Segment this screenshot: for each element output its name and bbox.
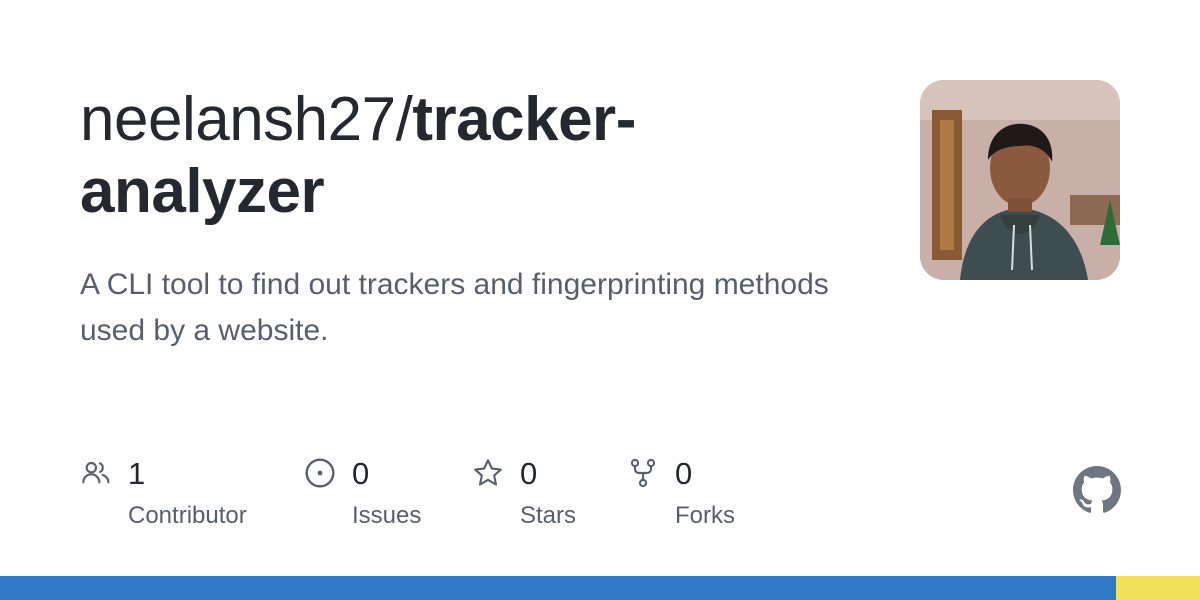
contributors-label: Contributor [128,502,247,529]
repo-description: A CLI tool to find out trackers and fing… [80,268,829,347]
contributors-count: 1 [128,456,146,491]
repo-title: neelansh27/tracker-analyzer [80,84,860,228]
avatar [920,80,1120,280]
star-icon [474,459,502,486]
issues-label: Issues [352,502,422,529]
stars-count: 0 [520,456,538,491]
repo-owner: neelansh27/ [80,85,413,154]
forks-count: 0 [675,456,693,491]
issue-opened-icon [305,458,335,488]
github-mark-icon[interactable] [1073,466,1121,514]
language-segment-typescript [0,576,1116,600]
language-bar [0,576,1200,600]
forks-label: Forks [675,502,735,529]
people-icon [82,461,110,484]
issues-count: 0 [352,456,370,491]
repo-forked-icon [630,458,656,488]
language-segment-javascript [1116,576,1200,600]
stars-label: Stars [520,502,577,529]
